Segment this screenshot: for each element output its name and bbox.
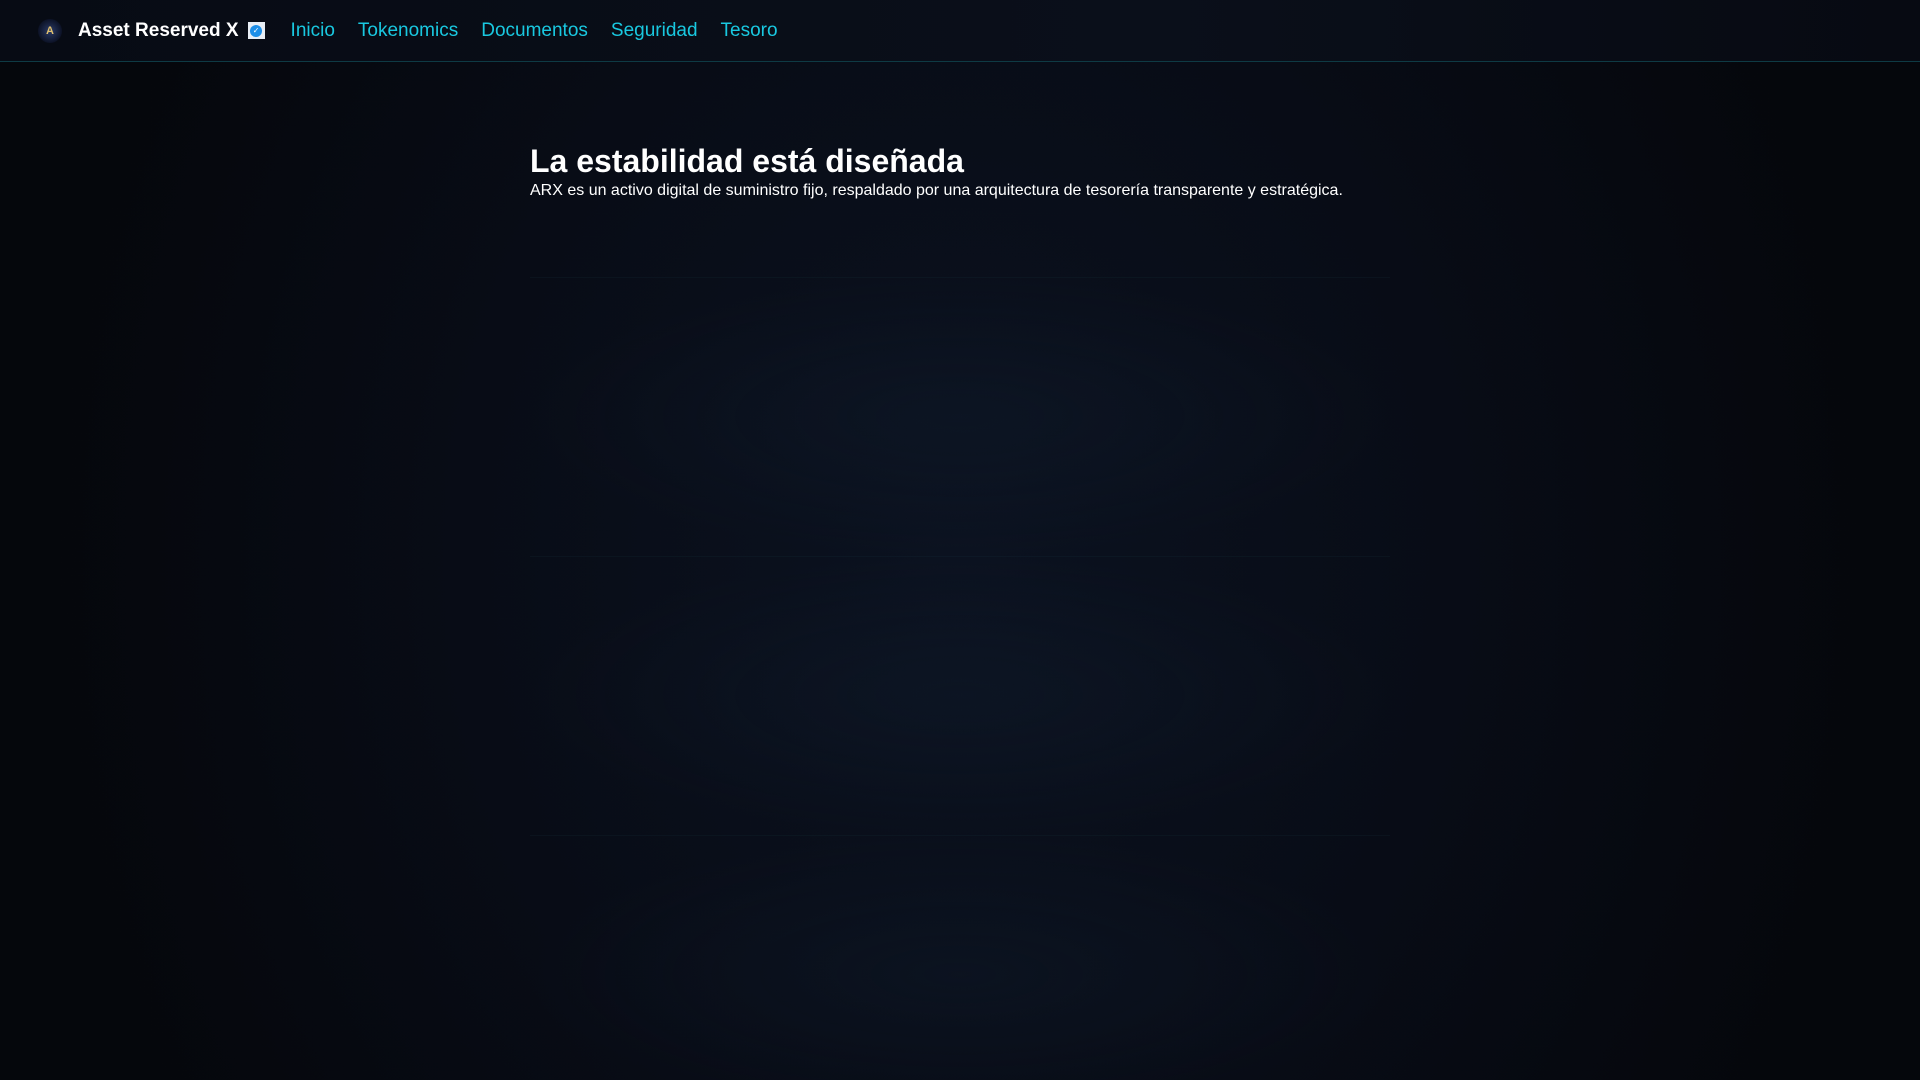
hero-section: La estabilidad está diseñada ARX es un a… [530,142,1343,200]
hero-title: La estabilidad está diseñada [530,143,964,179]
content-panel [530,556,1390,834]
nav-tokenomics[interactable]: Tokenomics [358,20,458,42]
arx-logo-icon[interactable]: A [38,18,62,43]
top-nav-bar: A Asset Reserved X ✓ Inicio Tokenomics D… [0,0,1920,62]
nav-tesoro[interactable]: Tesoro [721,20,778,42]
nav-seguridad[interactable]: Seguridad [611,20,698,42]
verified-check-icon: ✓ [247,22,265,39]
content-panel [530,277,1390,555]
nav-documentos[interactable]: Documentos [481,20,588,42]
brand-name[interactable]: Asset Reserved X [78,20,239,42]
hero-subtitle: ARX es un activo digital de suministro f… [530,182,1343,199]
content-panel [530,835,1390,1080]
main-nav: Inicio Tokenomics Documentos Seguridad T… [291,20,778,42]
nav-inicio[interactable]: Inicio [291,20,335,42]
